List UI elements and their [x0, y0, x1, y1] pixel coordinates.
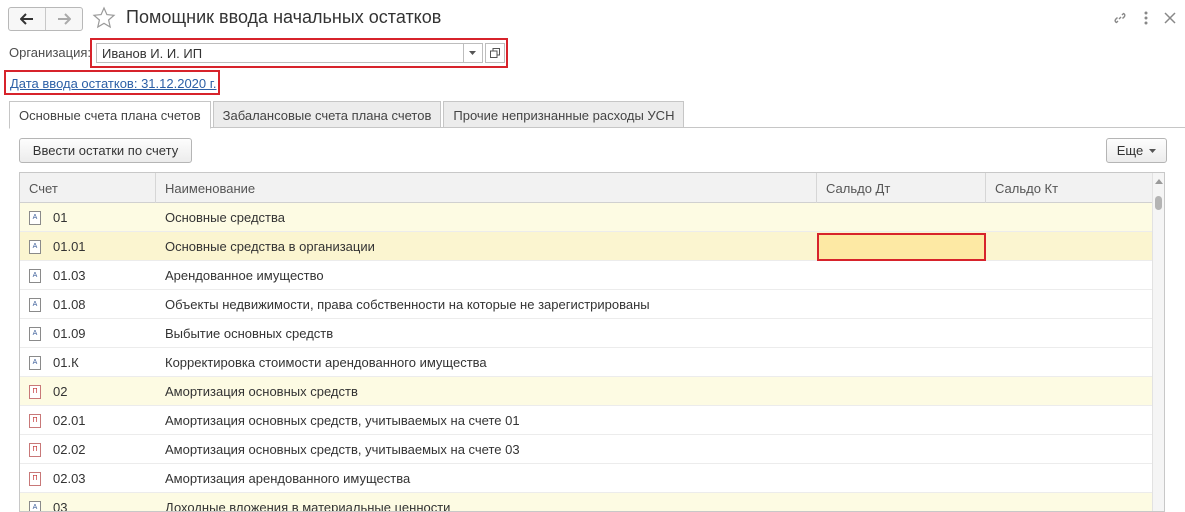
account-name: Амортизация основных средств, учитываемы…: [165, 442, 520, 457]
navigation-buttons: [8, 7, 83, 31]
account-name: Доходные вложения в материальные ценност…: [165, 500, 451, 512]
account-code: 02.03: [53, 471, 86, 486]
account-name: Амортизация арендованного имущества: [165, 471, 411, 486]
account-code: 01.09: [53, 326, 86, 341]
account-code: 01.08: [53, 297, 86, 312]
enter-balance-button[interactable]: Ввести остатки по счету: [19, 138, 192, 163]
table-body: А 01 Основные средства А 01.01 Основные средс…: [20, 203, 1154, 512]
table-row[interactable]: А 01 Основные средства: [20, 203, 1154, 232]
more-button-label: Еще: [1116, 143, 1144, 158]
account-name: Основные средства в организации: [165, 239, 375, 254]
active-account-icon: А: [29, 269, 41, 283]
tab-off-balance-accounts[interactable]: Забалансовые счета плана счетов: [212, 101, 442, 128]
accounts-table: Счет Наименование Сальдо Дт Сальдо Кт А0…: [19, 172, 1165, 512]
active-account-icon: А: [29, 327, 41, 341]
open-window-icon: [490, 48, 500, 58]
organization-field[interactable]: Иванов И. И. ИП: [96, 43, 464, 63]
date-highlight: Дата ввода остатков: 31.12.2020 г.: [4, 70, 220, 95]
arrow-right-icon: [58, 13, 71, 25]
arrow-left-icon: [20, 13, 33, 25]
table-row[interactable]: А 01.К Корректировка стоимости арендованно…: [20, 348, 1154, 377]
table-row[interactable]: П 02.03 Амортизация арендованного имуществ…: [20, 464, 1154, 493]
scroll-up-icon[interactable]: [1155, 179, 1163, 184]
account-name: Амортизация основных средств, учитываемы…: [165, 413, 520, 428]
passive-account-icon: П: [29, 472, 41, 486]
passive-account-icon: П: [29, 414, 41, 428]
more-button[interactable]: Еще: [1106, 138, 1167, 163]
table-header: Счет Наименование Сальдо Дт Сальдо Кт: [20, 173, 1154, 203]
organization-open-button[interactable]: [485, 43, 505, 63]
back-button[interactable]: [9, 8, 45, 30]
organization-label: Организация:: [9, 45, 92, 60]
forward-button[interactable]: [45, 8, 82, 30]
favorite-star-icon[interactable]: [92, 6, 116, 30]
organization-highlight: Иванов И. И. ИП: [90, 38, 508, 68]
balance-date-link[interactable]: Дата ввода остатков: 31.12.2020 г.: [10, 76, 217, 91]
table-row[interactable]: П 02.02 Амортизация основных средств, учит…: [20, 435, 1154, 464]
close-icon[interactable]: [1160, 8, 1180, 28]
page-title: Помощник ввода начальных остатков: [126, 7, 442, 27]
active-account-icon: А: [29, 211, 41, 225]
table-row[interactable]: А 01.09 Выбытие основных средств: [20, 319, 1154, 348]
column-header-debit[interactable]: Сальдо Дт: [817, 173, 986, 203]
active-account-icon: А: [29, 356, 41, 370]
table-row[interactable]: П 02.01 Амортизация основных средств, учит…: [20, 406, 1154, 435]
chevron-down-icon: [469, 51, 476, 55]
table-row[interactable]: А 01.03 Арендованное имущество: [20, 261, 1154, 290]
column-header-name[interactable]: Наименование: [156, 173, 817, 203]
account-code: 01.03: [53, 268, 86, 283]
column-header-credit[interactable]: Сальдо Кт: [986, 173, 1154, 203]
table-row[interactable]: П 02 Амортизация основных средств: [20, 377, 1154, 406]
account-code: 02.02: [53, 442, 86, 457]
passive-account-icon: П: [29, 385, 41, 399]
organization-dropdown-button[interactable]: [463, 43, 483, 63]
table-row[interactable]: А 01.08 Объекты недвижимости, права собств…: [20, 290, 1154, 319]
active-account-icon: А: [29, 298, 41, 312]
account-code: 02.01: [53, 413, 86, 428]
more-options-icon[interactable]: [1136, 8, 1156, 28]
column-header-account[interactable]: Счет: [20, 173, 156, 203]
account-code: 01.К: [53, 355, 79, 370]
account-name: Выбытие основных средств: [165, 326, 334, 341]
debit-balance-input[interactable]: [817, 233, 986, 261]
account-name: Амортизация основных средств: [165, 384, 358, 399]
active-account-icon: А: [29, 240, 41, 254]
link-icon[interactable]: [1110, 8, 1130, 28]
tab-bar: Основные счета плана счетов Забалансовые…: [9, 101, 686, 129]
table-row[interactable]: А 01.01 Основные средства в организации: [20, 232, 1154, 261]
account-code: 01: [53, 210, 68, 225]
account-code: 02: [53, 384, 68, 399]
tab-main-accounts[interactable]: Основные счета плана счетов: [9, 101, 211, 129]
vertical-scrollbar[interactable]: [1152, 173, 1164, 511]
account-name: Арендованное имущество: [165, 268, 324, 283]
tab-other-expenses-usn[interactable]: Прочие непризнанные расходы УСН: [443, 101, 685, 128]
account-name: Корректировка стоимости арендованного им…: [165, 355, 487, 370]
account-name: Объекты недвижимости, права собственност…: [165, 297, 650, 312]
scroll-thumb[interactable]: [1155, 196, 1162, 210]
passive-account-icon: П: [29, 443, 41, 457]
account-name: Основные средства: [165, 210, 285, 225]
active-account-icon: А: [29, 501, 41, 511]
chevron-down-icon: [1149, 148, 1157, 153]
account-code: 03: [53, 500, 68, 512]
account-code: 01.01: [53, 239, 86, 254]
table-row[interactable]: А 03 Доходные вложения в материальные ценн…: [20, 493, 1154, 512]
